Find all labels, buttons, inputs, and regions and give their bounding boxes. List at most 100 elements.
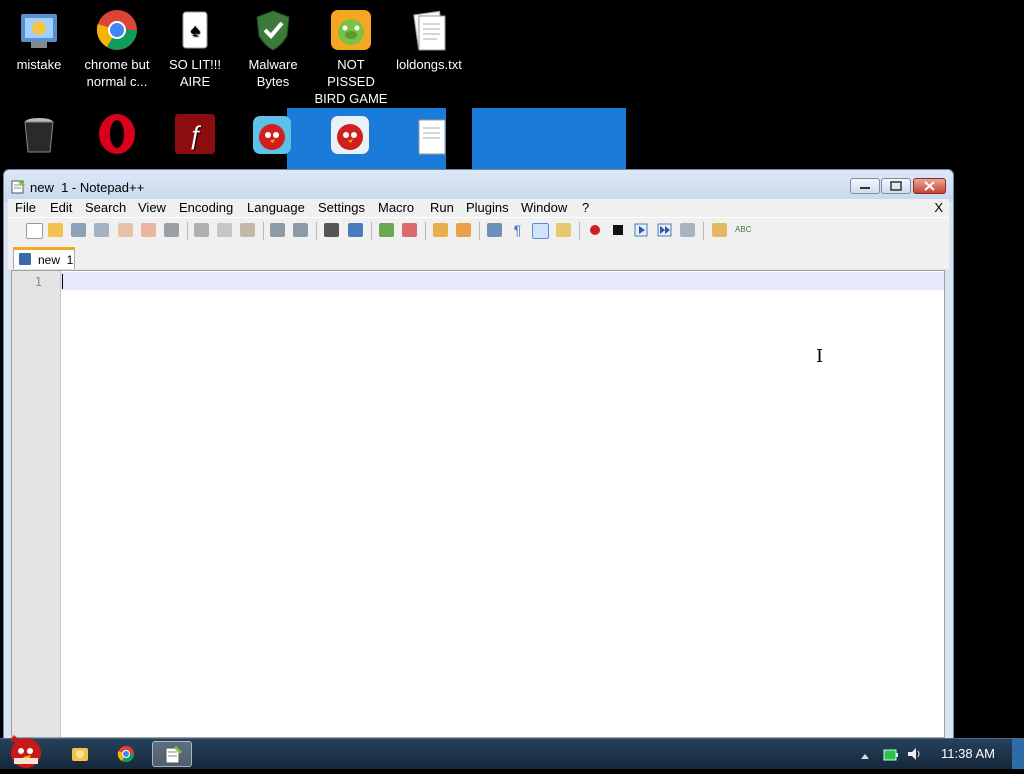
menu-view[interactable]: View <box>138 200 166 215</box>
opera-icon <box>95 112 139 156</box>
undo-icon[interactable] <box>270 223 285 237</box>
title-bar[interactable]: new 1 - Notepad++ <box>4 170 953 202</box>
toolbar-separator <box>371 222 372 240</box>
window-border-right <box>946 270 953 738</box>
start-button[interactable] <box>0 731 50 769</box>
chrome-icon <box>117 746 135 763</box>
play-macro-icon[interactable] <box>634 223 649 237</box>
save-all-icon[interactable] <box>94 223 109 237</box>
angry-bird-icon <box>10 735 41 768</box>
paste-icon[interactable] <box>240 223 255 237</box>
line-number: 1 <box>34 275 42 289</box>
record-macro-icon[interactable] <box>588 223 603 237</box>
indent-guide-icon[interactable] <box>532 223 549 239</box>
menu-plugins[interactable]: Plugins <box>466 200 509 215</box>
desktop-icon-label: loldongs.txt <box>396 57 462 72</box>
menu-file[interactable]: File <box>15 200 36 215</box>
desktop-icon-angry-birds-2[interactable] <box>312 104 390 160</box>
clock[interactable]: 11:38 AM <box>941 746 995 761</box>
copy-icon[interactable] <box>217 223 232 237</box>
menu-run[interactable]: Run <box>430 200 454 215</box>
word-wrap-icon[interactable] <box>487 223 502 237</box>
desktop-icon-mistake[interactable]: mistake <box>0 0 78 73</box>
show-hidden-icons-button[interactable] <box>860 748 870 766</box>
notepadpp-window[interactable]: new 1 - Notepad++ File Edit Search View … <box>3 169 954 741</box>
mouse-cursor-ibeam: I <box>816 346 824 367</box>
chrome-icon <box>95 8 139 52</box>
zoom-out-icon[interactable] <box>402 223 417 237</box>
taskbar-notepadpp[interactable] <box>152 741 192 767</box>
notepad-icon <box>10 178 26 194</box>
user-language-icon[interactable] <box>556 223 571 237</box>
selection-highlight <box>472 108 626 170</box>
run-macro-multiple-icon[interactable] <box>657 223 672 237</box>
stop-macro-icon[interactable] <box>611 223 626 237</box>
close-button[interactable] <box>913 178 946 194</box>
desktop-icon-recycle-bin[interactable] <box>0 104 78 160</box>
mistake-icon <box>17 8 61 52</box>
editor-area[interactable]: 1 <box>11 270 945 738</box>
taskbar-explorer[interactable] <box>60 741 100 767</box>
menu-window[interactable]: Window <box>521 200 567 215</box>
close-document-button[interactable]: X <box>934 200 943 215</box>
toolbar-separator <box>579 222 580 240</box>
current-line-highlight <box>61 272 944 290</box>
open-file-icon[interactable] <box>48 223 63 237</box>
sync-horizontal-icon[interactable] <box>456 223 471 237</box>
angry-bird-icon <box>329 112 373 156</box>
spell-check-icon[interactable]: ABC <box>735 223 751 237</box>
menu-language[interactable]: Language <box>247 200 305 215</box>
sync-vertical-icon[interactable] <box>433 223 448 237</box>
menu-help[interactable]: ? <box>582 200 589 215</box>
tab-bar: new 1 <box>8 244 949 269</box>
cut-icon[interactable] <box>194 223 209 237</box>
svg-text:ƒ: ƒ <box>188 120 202 150</box>
print-icon[interactable] <box>164 223 179 237</box>
desktop-icon-chrome[interactable]: chrome but normal c... <box>78 0 156 90</box>
save-icon[interactable] <box>71 223 86 237</box>
minimize-button[interactable] <box>850 178 880 194</box>
replace-icon[interactable] <box>348 223 363 237</box>
redo-icon[interactable] <box>293 223 308 237</box>
menu-macro[interactable]: Macro <box>378 200 414 215</box>
show-desktop-button[interactable] <box>1012 739 1024 769</box>
desktop-icon-loldongs[interactable]: loldongs.txt <box>390 0 468 73</box>
text-file-icon <box>407 112 451 156</box>
folder-icon[interactable] <box>712 223 727 237</box>
solitaire-icon: ♠ <box>173 8 217 52</box>
desktop-icon-angry-birds-1[interactable] <box>234 104 312 160</box>
new-file-icon[interactable] <box>26 223 43 239</box>
menu-bar: File Edit Search View Encoding Language … <box>8 199 949 217</box>
tray-volume-icon[interactable] <box>906 746 922 767</box>
toolbar-separator <box>316 222 317 240</box>
menu-search[interactable]: Search <box>85 200 126 215</box>
desktop-icon-malwarebytes[interactable]: Malware Bytes <box>234 0 312 90</box>
tab-new-1[interactable]: new 1 <box>13 247 75 269</box>
volume-icon <box>908 748 920 760</box>
flash-icon: ƒ <box>173 112 217 156</box>
desktop-icon-opera[interactable] <box>78 104 156 160</box>
desktop-icon-flash[interactable]: ƒ <box>156 104 234 160</box>
taskbar-chrome[interactable] <box>106 741 146 767</box>
save-macro-icon[interactable] <box>680 223 695 237</box>
toolbar-separator <box>703 222 704 240</box>
close-all-icon[interactable] <box>141 223 156 237</box>
desktop-icon-bad-piggies[interactable]: NOT PISSED BIRD GAME <box>312 0 390 107</box>
tray-battery-icon[interactable] <box>883 748 899 766</box>
menu-settings[interactable]: Settings <box>318 200 365 215</box>
text-file-icon <box>407 8 451 52</box>
close-file-icon[interactable] <box>118 223 133 237</box>
shield-icon <box>251 8 295 52</box>
desktop-icon-text-file-2[interactable] <box>390 104 468 160</box>
notepad-icon <box>165 746 182 764</box>
zoom-in-icon[interactable] <box>379 223 394 237</box>
save-icon <box>19 253 31 265</box>
desktop-icon-solitaire[interactable]: ♠ SO LIT!!! AIRE <box>156 0 234 90</box>
battery-icon <box>883 749 898 761</box>
svg-text:♠: ♠ <box>190 20 200 40</box>
menu-encoding[interactable]: Encoding <box>179 200 233 215</box>
find-icon[interactable] <box>324 223 339 237</box>
maximize-button[interactable] <box>881 178 911 194</box>
menu-edit[interactable]: Edit <box>50 200 72 215</box>
show-all-chars-icon[interactable]: ¶ <box>510 223 525 237</box>
